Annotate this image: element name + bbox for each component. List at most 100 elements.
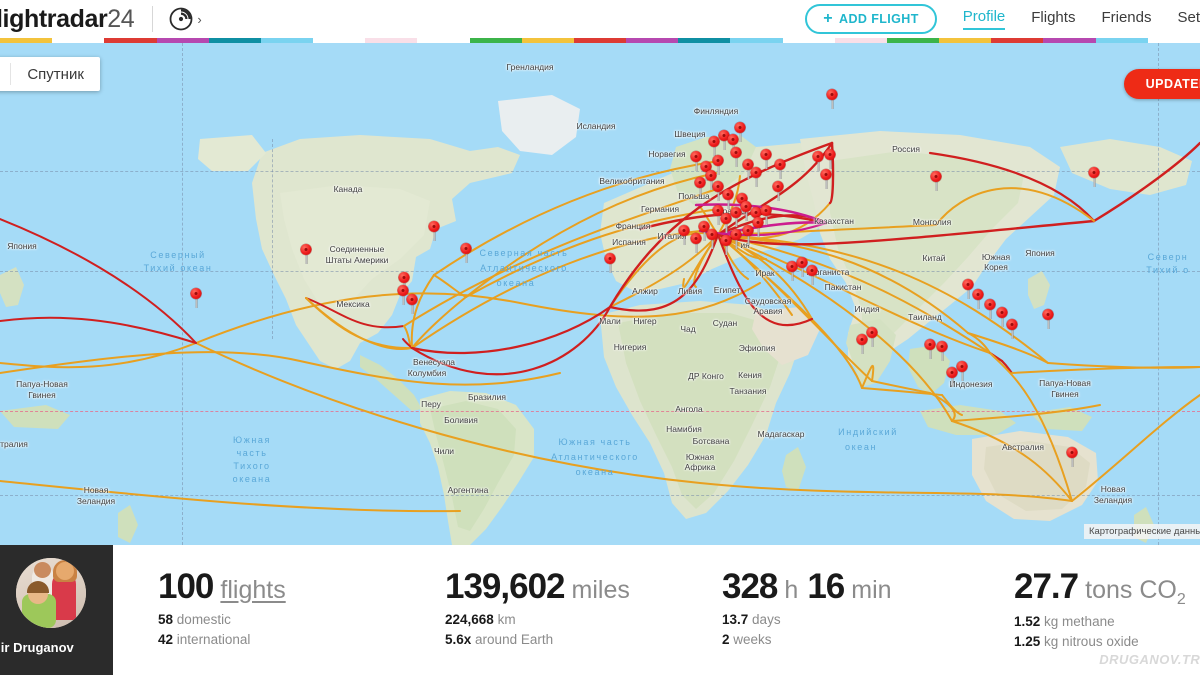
stat-flights-international-label: international bbox=[176, 632, 251, 647]
map-pin-icon[interactable] bbox=[760, 205, 772, 225]
pin-dot bbox=[860, 338, 864, 341]
stripe-segment bbox=[573, 38, 627, 43]
map-pin-icon[interactable] bbox=[398, 272, 410, 292]
pin-dot bbox=[816, 155, 820, 158]
stat-flights-sub-1: 58 domestic bbox=[158, 612, 445, 627]
map-pin-icon[interactable] bbox=[824, 149, 836, 169]
map-pin-icon[interactable] bbox=[698, 221, 710, 241]
map-pin-icon[interactable] bbox=[806, 265, 818, 285]
stat-co2-methane-label: kg methane bbox=[1044, 614, 1115, 629]
map-pin-icon[interactable] bbox=[694, 177, 706, 197]
stat-flights-unit[interactable]: flights bbox=[220, 576, 285, 605]
pin-dot bbox=[790, 265, 794, 268]
map-pin-icon[interactable] bbox=[712, 155, 724, 175]
pin-dot bbox=[734, 151, 738, 154]
map-pin-icon[interactable] bbox=[720, 235, 732, 255]
pin-dot bbox=[724, 217, 728, 220]
map-pin-icon[interactable] bbox=[812, 151, 824, 171]
map-type-satellite[interactable]: Спутник bbox=[11, 57, 100, 91]
nav-item-profile[interactable]: Profile bbox=[962, 8, 1006, 30]
map-pin-icon[interactable] bbox=[730, 229, 742, 249]
stripe-segment bbox=[365, 38, 418, 43]
stripe-segment bbox=[104, 38, 157, 43]
map-pin-icon[interactable] bbox=[752, 217, 764, 237]
stats-bar: limir Druganov 100 flights 58 domestic 4… bbox=[0, 545, 1200, 675]
map-pin-icon[interactable] bbox=[190, 288, 202, 308]
profile-card[interactable]: limir Druganov bbox=[0, 545, 113, 675]
stripe-segment bbox=[208, 38, 261, 43]
map-pin-icon[interactable] bbox=[1042, 309, 1054, 329]
map-pin-icon[interactable] bbox=[984, 299, 996, 319]
pin-dot bbox=[940, 345, 944, 348]
map-pin-icon[interactable] bbox=[678, 225, 690, 245]
map-pin-icon[interactable] bbox=[936, 341, 948, 361]
map-pin-icon[interactable] bbox=[826, 89, 838, 109]
map-pin-icon[interactable] bbox=[460, 243, 472, 263]
map-pin-icon[interactable] bbox=[690, 233, 702, 253]
watermark: DRUGANOV.TRAVEL bbox=[1099, 652, 1200, 667]
map-pin-icon[interactable] bbox=[1066, 447, 1078, 467]
map-pin-icon[interactable] bbox=[820, 169, 832, 189]
map-pin-icon[interactable] bbox=[956, 361, 968, 381]
map-pin-icon[interactable] bbox=[972, 289, 984, 309]
radar-icon[interactable]: › bbox=[169, 7, 202, 31]
map-pin-icon[interactable] bbox=[774, 159, 786, 179]
map-type-map[interactable]: а bbox=[0, 57, 10, 91]
map-pin-icon[interactable] bbox=[760, 149, 772, 169]
pin-dot bbox=[1000, 311, 1004, 314]
map-pin-icon[interactable] bbox=[772, 181, 784, 201]
map-pin-icon[interactable] bbox=[722, 189, 734, 209]
pin-dot bbox=[402, 276, 406, 279]
stat-time-minutes-unit: min bbox=[851, 576, 892, 604]
stat-co2-value: 27.7 bbox=[1014, 567, 1079, 606]
pin-dot bbox=[988, 303, 992, 306]
map-pin-icon[interactable] bbox=[406, 294, 418, 314]
pin-dot bbox=[464, 247, 468, 250]
pin-dot bbox=[734, 211, 738, 214]
map-pin-icon[interactable] bbox=[750, 167, 762, 187]
map-pin-icon[interactable] bbox=[866, 327, 878, 347]
pin-dot bbox=[934, 175, 938, 178]
map-pin-icon[interactable] bbox=[1088, 167, 1100, 187]
map-pin-icon[interactable] bbox=[930, 171, 942, 191]
updated-badge[interactable]: UPDATED J bbox=[1123, 69, 1200, 99]
stat-distance-sub-2: 5.6x around Earth bbox=[445, 632, 722, 647]
stat-flights: 100 flights 58 domestic 42 international bbox=[158, 545, 445, 675]
map-pin-icon[interactable] bbox=[742, 225, 754, 245]
map-pin-icon[interactable] bbox=[730, 147, 742, 167]
world-map[interactable]: Япония Северный Тихий океан Папуа-Новая Гвин… bbox=[0, 43, 1200, 545]
stripe-segment bbox=[417, 38, 470, 43]
avatar[interactable] bbox=[15, 558, 86, 628]
map-pin-icon[interactable] bbox=[727, 134, 739, 154]
pin-dot bbox=[976, 293, 980, 296]
nav-item-flights[interactable]: Flights bbox=[1031, 9, 1075, 29]
nav-item-settings[interactable]: Set bbox=[1177, 9, 1200, 29]
pin-dot bbox=[950, 371, 954, 374]
nav-item-friends[interactable]: Friends bbox=[1101, 9, 1151, 29]
plus-icon: + bbox=[823, 10, 834, 27]
map-type-control[interactable]: а Спутник bbox=[0, 57, 100, 91]
map-pin-icon[interactable] bbox=[734, 122, 746, 142]
map-pin-icon[interactable] bbox=[428, 221, 440, 241]
map-pin-icon[interactable] bbox=[996, 307, 1008, 327]
stripe-segment bbox=[1095, 38, 1148, 43]
stats-row: 100 flights 58 domestic 42 international… bbox=[113, 545, 1200, 675]
pin-dot bbox=[734, 233, 738, 236]
pin-dot bbox=[694, 237, 698, 240]
site-logo[interactable]: lightradar24 bbox=[0, 5, 135, 34]
add-flight-button[interactable]: + ADD FLIGHT bbox=[805, 4, 937, 34]
stat-time-minutes-value: 16 bbox=[807, 567, 845, 606]
pin-dot bbox=[724, 239, 728, 242]
map-pin-icon[interactable] bbox=[705, 170, 717, 190]
pin-dot bbox=[401, 289, 405, 292]
pin-dot bbox=[778, 163, 782, 166]
map-pin-icon[interactable] bbox=[300, 244, 312, 264]
map-attribution: Картографические данные © bbox=[1083, 524, 1200, 539]
map-pin-icon[interactable] bbox=[924, 339, 936, 359]
pin-dot bbox=[702, 225, 706, 228]
stat-distance-earth-label: around Earth bbox=[475, 632, 554, 647]
stripe-segment bbox=[939, 38, 992, 43]
stat-flights-main: 100 flights bbox=[158, 567, 445, 607]
map-pin-icon[interactable] bbox=[604, 253, 616, 273]
map-pin-icon[interactable] bbox=[1006, 319, 1018, 339]
